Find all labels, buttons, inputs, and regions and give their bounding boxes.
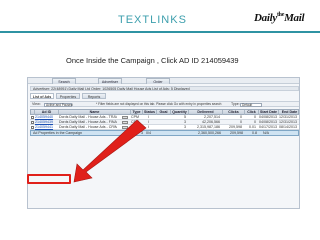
arrow-shape <box>73 119 147 183</box>
pointer-arrow-icon <box>73 119 147 183</box>
